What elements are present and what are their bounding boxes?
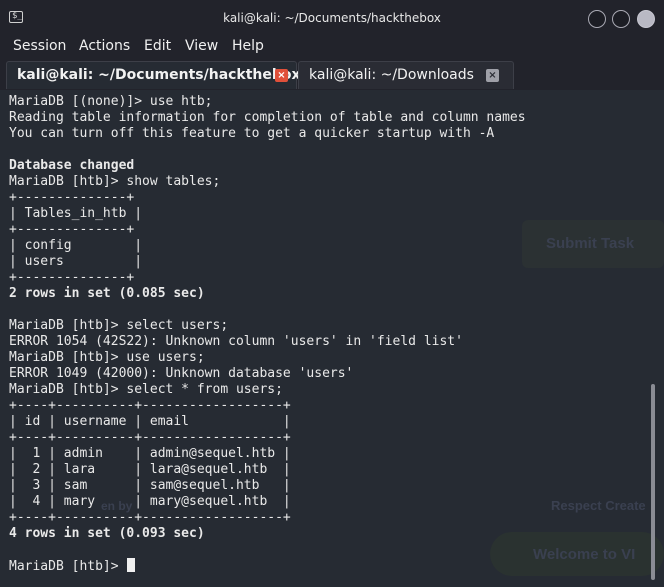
terminal-line: You can turn off this feature to get a q…	[9, 126, 526, 142]
terminal-cursor	[127, 558, 136, 572]
terminal-line: MariaDB [htb]> use users;	[9, 350, 526, 366]
terminal-line-text: | 4 | mary | mary@sequel.htb |	[9, 494, 291, 509]
terminal-line-text: Reading table information for completion…	[9, 110, 526, 125]
title-bar[interactable]: $_ kali@kali: ~/Documents/hackthebox	[0, 0, 664, 37]
terminal-line-text: MariaDB [htb]> show tables;	[9, 174, 221, 189]
terminal-line: MariaDB [htb]> show tables;	[9, 174, 526, 190]
background-submit-text: Submit Task	[546, 235, 635, 252]
terminal-line-text: +----+----------+------------------+	[9, 430, 291, 445]
terminal-line: +--------------+	[9, 190, 526, 206]
terminal-line-text: +----+----------+------------------+	[9, 398, 291, 413]
terminal-line-text: Database changed	[9, 158, 135, 173]
terminal-line: | 4 | mary | mary@sequel.htb |	[9, 494, 526, 510]
terminal-line: 4 rows in set (0.093 sec)	[9, 526, 526, 542]
terminal-line-text: ERROR 1054 (42S22): Unknown column 'user…	[9, 334, 463, 349]
terminal-line-text: | config |	[9, 238, 143, 253]
menu-actions[interactable]: Actions	[79, 38, 130, 54]
terminal-line-text: MariaDB [htb]> select * from users;	[9, 382, 283, 397]
terminal-line-text: +----+----------+------------------+	[9, 510, 291, 525]
window-title: kali@kali: ~/Documents/hackthebox	[223, 11, 441, 25]
terminal-line-text: | id | username | email |	[9, 414, 291, 429]
scrollbar[interactable]	[651, 384, 655, 580]
terminal-line: | 1 | admin | admin@sequel.htb |	[9, 446, 526, 462]
maximize-button[interactable]	[612, 10, 630, 28]
terminal-line-text: 4 rows in set (0.093 sec)	[9, 526, 205, 541]
menu-session[interactable]: Session	[13, 38, 66, 54]
terminal-line: | 3 | sam | sam@sequel.htb |	[9, 478, 526, 494]
background-respect-text: Respect Create	[551, 498, 646, 513]
tab-close-icon[interactable]: ×	[486, 69, 499, 82]
terminal-line: MariaDB [(none)]> use htb;	[9, 94, 526, 110]
terminal-line-text: +--------------+	[9, 222, 135, 237]
terminal-line: Reading table information for completion…	[9, 110, 526, 126]
terminal-line-text: | 3 | sam | sam@sequel.htb |	[9, 478, 291, 493]
close-window-button[interactable]	[637, 10, 655, 28]
tab-bar: kali@kali: ~/Documents/hackthebox × kali…	[0, 59, 664, 90]
tab-downloads[interactable]: kali@kali: ~/Downloads ×	[298, 61, 514, 89]
terminal-line-text: 2 rows in set (0.085 sec)	[9, 286, 205, 301]
terminal-line: ERROR 1054 (42S22): Unknown column 'user…	[9, 334, 526, 350]
terminal-line-text: MariaDB [htb]> use users;	[9, 350, 205, 365]
terminal-line: +----+----------+------------------+	[9, 398, 526, 414]
menu-view[interactable]: View	[185, 38, 218, 54]
terminal-line-text: MariaDB [htb]>	[9, 559, 127, 574]
terminal-line: | config |	[9, 238, 526, 254]
background-welcome-text: Welcome to VI	[533, 546, 636, 563]
tab-hackthebox[interactable]: kali@kali: ~/Documents/hackthebox ×	[6, 61, 301, 89]
tab-close-icon[interactable]: ×	[275, 69, 288, 82]
terminal-line: +----+----------+------------------+	[9, 430, 526, 446]
terminal-line-text: | users |	[9, 254, 143, 269]
terminal-line-text: | Tables_in_htb |	[9, 206, 143, 221]
minimize-button[interactable]	[588, 10, 606, 28]
terminal-line: MariaDB [htb]> select users;	[9, 318, 526, 334]
terminal-line: 2 rows in set (0.085 sec)	[9, 286, 526, 302]
terminal-line-text: MariaDB [(none)]> use htb;	[9, 94, 213, 109]
terminal-line: | id | username | email |	[9, 414, 526, 430]
terminal-window: $_ kali@kali: ~/Documents/hackthebox Ses…	[0, 0, 664, 587]
terminal-line: ERROR 1049 (42000): Unknown database 'us…	[9, 366, 526, 382]
menu-bar: Session Actions Edit View Help	[0, 37, 664, 59]
terminal-line: MariaDB [htb]> select * from users;	[9, 382, 526, 398]
tab-label: kali@kali: ~/Downloads	[309, 67, 474, 83]
terminal-line-text: | 1 | admin | admin@sequel.htb |	[9, 446, 291, 461]
terminal-prompt-line: MariaDB [htb]>	[9, 558, 526, 574]
menu-help[interactable]: Help	[232, 38, 264, 54]
terminal-output[interactable]: Submit Task Respect Create en by Welcome…	[0, 90, 664, 587]
terminal-line-text: ERROR 1049 (42000): Unknown database 'us…	[9, 366, 354, 381]
terminal-line: Database changed	[9, 158, 526, 174]
terminal-line-text: +--------------+	[9, 270, 135, 285]
terminal-line-text: | 2 | lara | lara@sequel.htb |	[9, 462, 291, 477]
terminal-lines: MariaDB [(none)]> use htb; Reading table …	[9, 94, 526, 574]
terminal-line: | 2 | lara | lara@sequel.htb |	[9, 462, 526, 478]
terminal-line: +--------------+	[9, 222, 526, 238]
menu-edit[interactable]: Edit	[144, 38, 171, 54]
terminal-line: +----+----------+------------------+	[9, 510, 526, 526]
terminal-line: +--------------+	[9, 270, 526, 286]
terminal-line-text: +--------------+	[9, 190, 135, 205]
terminal-line: | Tables_in_htb |	[9, 206, 526, 222]
terminal-line: | users |	[9, 254, 526, 270]
tab-label: kali@kali: ~/Documents/hackthebox	[17, 67, 301, 83]
terminal-line-text: You can turn off this feature to get a q…	[9, 126, 495, 141]
terminal-line-text: MariaDB [htb]> select users;	[9, 318, 229, 333]
